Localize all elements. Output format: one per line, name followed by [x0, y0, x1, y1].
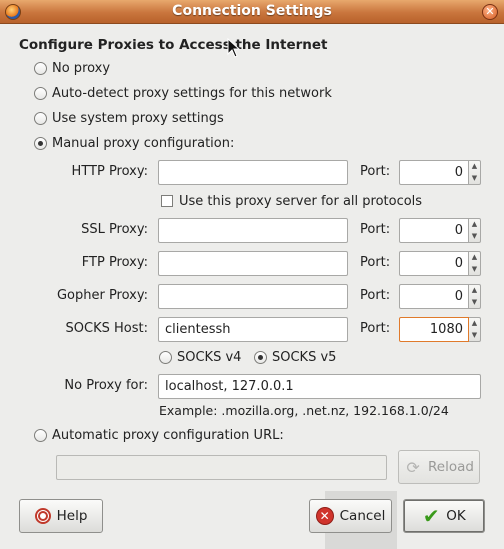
ssl-port-label: Port:: [360, 222, 391, 237]
auto-detect-radio[interactable]: [34, 86, 47, 100]
title-bar: Connection Settings ✕: [0, 0, 504, 24]
manual-proxy-radio[interactable]: [34, 136, 47, 150]
ssl-port-spinner[interactable]: 0 ▲ ▼: [399, 218, 481, 243]
spin-up-icon[interactable]: ▲: [469, 318, 480, 330]
gopher-port-arrows[interactable]: ▲ ▼: [469, 284, 481, 309]
section-heading: Configure Proxies to Access the Internet: [19, 37, 328, 53]
window-title: Connection Settings: [172, 3, 332, 19]
auto-config-url-option[interactable]: Automatic proxy configuration URL:: [34, 426, 284, 444]
http-port-label: Port:: [360, 164, 391, 179]
spin-up-icon[interactable]: ▲: [469, 285, 480, 297]
auto-detect-label: Auto-detect proxy settings for this netw…: [52, 85, 332, 101]
socks-host-input[interactable]: clientessh: [158, 317, 348, 342]
gopher-proxy-label: Gopher Proxy:: [56, 288, 148, 303]
reload-button[interactable]: ⟳ Reload: [398, 450, 480, 484]
spin-up-icon[interactable]: ▲: [469, 252, 480, 264]
http-proxy-input[interactable]: [158, 160, 348, 185]
auto-detect-option[interactable]: Auto-detect proxy settings for this netw…: [34, 84, 332, 102]
reload-icon: ⟳: [406, 457, 420, 477]
cancel-button[interactable]: ✕ Cancel: [309, 499, 392, 533]
ssl-port-arrows[interactable]: ▲ ▼: [469, 218, 481, 243]
reload-button-label: Reload: [428, 459, 474, 475]
use-all-protocols-checkbox[interactable]: [161, 195, 173, 207]
auto-config-url-radio[interactable]: [34, 428, 47, 442]
system-proxy-radio[interactable]: [34, 111, 47, 125]
mouse-cursor-icon: [227, 38, 241, 58]
ok-checkmark-icon: ✔: [422, 504, 440, 528]
ssl-port-field[interactable]: 0: [399, 218, 469, 243]
socks-v5-label: SOCKS v5: [272, 349, 337, 365]
close-icon[interactable]: ✕: [482, 4, 498, 20]
no-proxy-for-input[interactable]: localhost, 127.0.0.1: [158, 374, 481, 399]
system-proxy-option[interactable]: Use system proxy settings: [34, 109, 224, 127]
ftp-port-field[interactable]: 0: [399, 251, 469, 276]
auto-config-url-input[interactable]: [56, 455, 387, 480]
gopher-port-spinner[interactable]: 0 ▲ ▼: [399, 284, 481, 309]
http-port-field[interactable]: 0: [399, 160, 469, 185]
manual-proxy-option[interactable]: Manual proxy configuration:: [34, 134, 234, 152]
no-proxy-radio[interactable]: [34, 61, 47, 75]
socks-host-label: SOCKS Host:: [65, 321, 148, 336]
http-port-spinner[interactable]: 0 ▲ ▼: [399, 160, 481, 185]
help-button-label: Help: [56, 508, 88, 524]
no-proxy-label: No proxy: [52, 60, 111, 76]
cancel-button-label: Cancel: [339, 508, 386, 524]
auto-config-url-label: Automatic proxy configuration URL:: [52, 427, 284, 443]
http-port-arrows[interactable]: ▲ ▼: [469, 160, 481, 185]
cancel-icon: ✕: [315, 507, 334, 525]
socks-port-arrows[interactable]: ▲ ▼: [469, 317, 481, 342]
spin-down-icon[interactable]: ▼: [469, 297, 480, 309]
gopher-proxy-input[interactable]: [158, 284, 348, 309]
spin-down-icon[interactable]: ▼: [469, 330, 480, 342]
ftp-port-arrows[interactable]: ▲ ▼: [469, 251, 481, 276]
ftp-port-label: Port:: [360, 255, 391, 270]
gopher-port-label: Port:: [360, 288, 391, 303]
spin-up-icon[interactable]: ▲: [469, 161, 480, 173]
socks-v4-radio[interactable]: [159, 350, 172, 364]
ftp-proxy-label: FTP Proxy:: [81, 255, 148, 270]
ftp-port-spinner[interactable]: 0 ▲ ▼: [399, 251, 481, 276]
socks-port-spinner[interactable]: 1080 ▲ ▼: [399, 317, 481, 342]
use-all-protocols-label: Use this proxy server for all protocols: [179, 193, 423, 209]
manual-proxy-label: Manual proxy configuration:: [52, 135, 235, 151]
use-all-protocols-option[interactable]: Use this proxy server for all protocols: [161, 192, 422, 210]
help-button[interactable]: Help: [19, 499, 103, 533]
gopher-port-field[interactable]: 0: [399, 284, 469, 309]
socks-port-label: Port:: [360, 321, 391, 336]
spin-down-icon[interactable]: ▼: [469, 231, 480, 243]
ssl-proxy-input[interactable]: [158, 218, 348, 243]
ftp-proxy-input[interactable]: [158, 251, 348, 276]
socks-v5-radio[interactable]: [254, 350, 267, 364]
no-proxy-option[interactable]: No proxy: [34, 59, 110, 77]
spin-down-icon[interactable]: ▼: [469, 173, 480, 185]
spin-down-icon[interactable]: ▼: [469, 264, 480, 276]
ok-button[interactable]: ✔ OK: [403, 499, 485, 533]
ok-button-label: OK: [446, 508, 466, 524]
no-proxy-for-label: No Proxy for:: [64, 378, 148, 393]
help-icon: [34, 508, 51, 524]
system-proxy-label: Use system proxy settings: [52, 110, 224, 126]
ssl-proxy-label: SSL Proxy:: [81, 222, 148, 237]
socks-v4-option[interactable]: SOCKS v4: [159, 348, 241, 366]
no-proxy-example: Example: .mozilla.org, .net.nz, 192.168.…: [159, 403, 449, 418]
socks-v5-option[interactable]: SOCKS v5: [254, 348, 336, 366]
socks-port-field[interactable]: 1080: [399, 317, 469, 342]
spin-up-icon[interactable]: ▲: [469, 219, 480, 231]
socks-v4-label: SOCKS v4: [177, 349, 242, 365]
http-proxy-label: HTTP Proxy:: [71, 164, 148, 179]
